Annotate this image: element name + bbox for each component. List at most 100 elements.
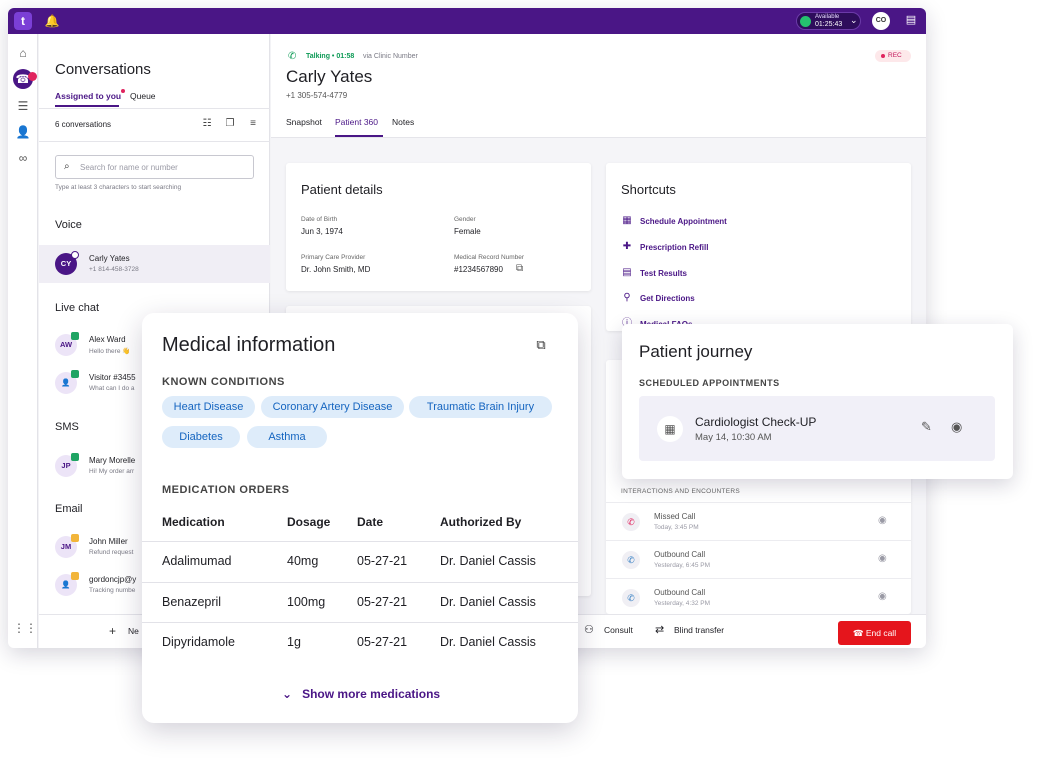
view-eye-icon[interactable]: ◉ xyxy=(878,553,887,564)
search-input[interactable] xyxy=(80,160,250,174)
table-row: Benazepril 100mg 05-27-21 Dr. Daniel Cas… xyxy=(142,582,578,622)
conversation-name: gordoncjp@y xyxy=(89,575,137,584)
voicemail-icon[interactable]: ∞ xyxy=(13,148,33,168)
card-title: Patient details xyxy=(301,182,383,197)
patient-phone: +1 305-574-4779 xyxy=(286,91,348,100)
interaction-name: Outbound Call xyxy=(654,550,706,559)
dosage-cell: 100mg xyxy=(287,595,326,609)
notification-badge xyxy=(28,72,37,81)
chat-badge-icon xyxy=(71,332,79,340)
task-list-icon[interactable]: ☰ xyxy=(13,96,33,116)
view-eye-icon[interactable]: ◉ xyxy=(878,591,887,602)
missed-call-icon: ✆ xyxy=(622,513,640,531)
interaction-time: Yesterday, 4:32 PM xyxy=(654,600,711,607)
shortcut-label: Schedule Appointment xyxy=(640,217,727,226)
interaction-time: Yesterday, 6:45 PM xyxy=(654,562,711,569)
show-more-medications-button[interactable]: ⌄ Show more medications xyxy=(282,687,440,701)
open-external-icon[interactable]: ⧉ xyxy=(532,336,550,354)
patient-journey-card: Patient journey SCHEDULED APPOINTMENTS ▦… xyxy=(622,324,1013,479)
plus-icon[interactable]: + xyxy=(109,624,116,638)
user-avatar[interactable]: CO xyxy=(872,12,890,30)
tab-notes[interactable]: Notes xyxy=(392,117,414,127)
chevron-down-icon: ⌄ xyxy=(850,15,858,25)
conversation-name: John Miller xyxy=(89,537,128,546)
field-label: Primary Care Provider xyxy=(301,254,366,261)
section-heading: SCHEDULED APPOINTMENTS xyxy=(639,378,780,388)
list-item[interactable]: CY Carly Yates +1 814-458-3728 xyxy=(39,245,270,283)
contacts-icon[interactable]: 👤 xyxy=(13,122,33,142)
date-cell: 05-27-21 xyxy=(357,595,408,609)
card-title: Patient journey xyxy=(639,342,753,361)
condition-chip[interactable]: Traumatic Brain Injury xyxy=(409,396,552,418)
phone-active-icon: ✆ xyxy=(288,51,297,62)
app-logo-icon[interactable]: t xyxy=(14,12,32,30)
sort-list-icon[interactable]: ☷ xyxy=(200,118,214,130)
shortcut-label: Prescription Refill xyxy=(640,243,709,252)
column-header: Date xyxy=(357,515,384,529)
table-row[interactable]: ✆ Missed Call Today, 3:45 PM ◉ xyxy=(606,502,911,540)
page-title: Conversations xyxy=(55,61,151,78)
patient-name: Carly Yates xyxy=(286,67,373,86)
recording-badge: REC xyxy=(875,50,911,62)
table-row: Dipyridamole 1g 05-27-21 Dr. Daniel Cass… xyxy=(142,622,578,662)
conversation-count: 6 conversations xyxy=(55,120,112,129)
tab-assigned-to-you[interactable]: Assigned to you xyxy=(55,91,121,101)
notification-bell-icon[interactable]: 🔔 xyxy=(44,12,60,30)
new-conversation-button[interactable]: Ne xyxy=(128,626,139,636)
shortcut-label: Get Directions xyxy=(640,294,695,303)
blind-transfer-button[interactable]: Blind transfer xyxy=(674,625,724,635)
field-value: Dr. John Smith, MD xyxy=(301,265,371,274)
dosage-cell: 40mg xyxy=(287,554,319,568)
appointment-item[interactable]: ▦ Cardiologist Check-UP May 14, 10:30 AM… xyxy=(639,396,995,461)
apps-grid-icon[interactable]: ⋮⋮ xyxy=(13,618,37,638)
tab-snapshot[interactable]: Snapshot xyxy=(286,117,322,127)
section-voice: Voice xyxy=(55,219,82,231)
condition-chip[interactable]: Asthma xyxy=(247,426,327,448)
outbound-call-icon: ✆ xyxy=(622,589,640,607)
view-eye-icon[interactable]: ◉ xyxy=(951,419,962,435)
end-call-label: End call xyxy=(865,628,897,638)
conversation-preview: +1 814-458-3728 xyxy=(89,266,139,273)
view-eye-icon[interactable]: ◉ xyxy=(878,515,887,526)
call-via: via Clinic Number xyxy=(363,53,418,60)
conversation-preview: Refund request xyxy=(89,549,134,556)
unread-dot xyxy=(121,89,125,93)
medication-cell: Adalimumad xyxy=(162,554,232,568)
copy-icon[interactable]: ⧉ xyxy=(516,263,523,274)
authorized-by-cell: Dr. Daniel Cassis xyxy=(440,635,536,649)
call-header: ✆ Talking • 01:58 via Clinic Number Carl… xyxy=(271,34,926,138)
divider xyxy=(39,108,270,109)
filter-icon[interactable]: ≡ xyxy=(246,118,260,130)
consult-button[interactable]: Consult xyxy=(604,625,633,635)
medication-cell: Dipyridamole xyxy=(162,635,235,649)
section-heading: MEDICATION ORDERS xyxy=(162,484,290,496)
condition-chip[interactable]: Diabetes xyxy=(162,426,240,448)
appointment-name: Cardiologist Check-UP xyxy=(695,415,817,429)
email-badge-icon xyxy=(71,572,79,580)
side-panel-toggle-icon[interactable]: ▤ xyxy=(904,13,918,27)
end-call-button[interactable]: ☎ End call xyxy=(838,621,911,645)
tab-queue[interactable]: Queue xyxy=(130,91,156,101)
home-icon[interactable]: ⌂ xyxy=(13,43,33,63)
table-row[interactable]: ✆ Outbound Call Yesterday, 6:45 PM ◉ xyxy=(606,540,911,578)
condition-chip[interactable]: Coronary Artery Disease xyxy=(261,396,404,418)
conversation-preview: What can I do a xyxy=(89,385,135,392)
card-title: Medical information xyxy=(162,334,336,356)
select-all-icon[interactable]: ❐ xyxy=(223,118,237,130)
search-icon: ⌕ xyxy=(64,161,70,172)
show-more-label: Show more medications xyxy=(302,687,441,701)
top-bar: t 🔔 Available 01:25:43 ⌄ CO ▤ xyxy=(8,8,926,34)
table-row[interactable]: ✆ Outbound Call Yesterday, 4:32 PM ◉ xyxy=(606,578,911,616)
column-header: Dosage xyxy=(287,515,331,529)
status-label: Available xyxy=(815,14,840,20)
column-header: Authorized By xyxy=(440,515,522,529)
authorized-by-cell: Dr. Daniel Cassis xyxy=(440,595,536,609)
interaction-time: Today, 3:45 PM xyxy=(654,524,699,531)
tab-patient-360[interactable]: Patient 360 xyxy=(335,117,378,127)
condition-chip[interactable]: Heart Disease xyxy=(162,396,255,418)
availability-status[interactable]: Available 01:25:43 ⌄ xyxy=(796,12,861,30)
conversation-name: Mary Morelle xyxy=(89,456,136,465)
authorized-by-cell: Dr. Daniel Cassis xyxy=(440,554,536,568)
interaction-name: Outbound Call xyxy=(654,588,706,597)
reschedule-icon[interactable]: ✎ xyxy=(921,419,932,435)
